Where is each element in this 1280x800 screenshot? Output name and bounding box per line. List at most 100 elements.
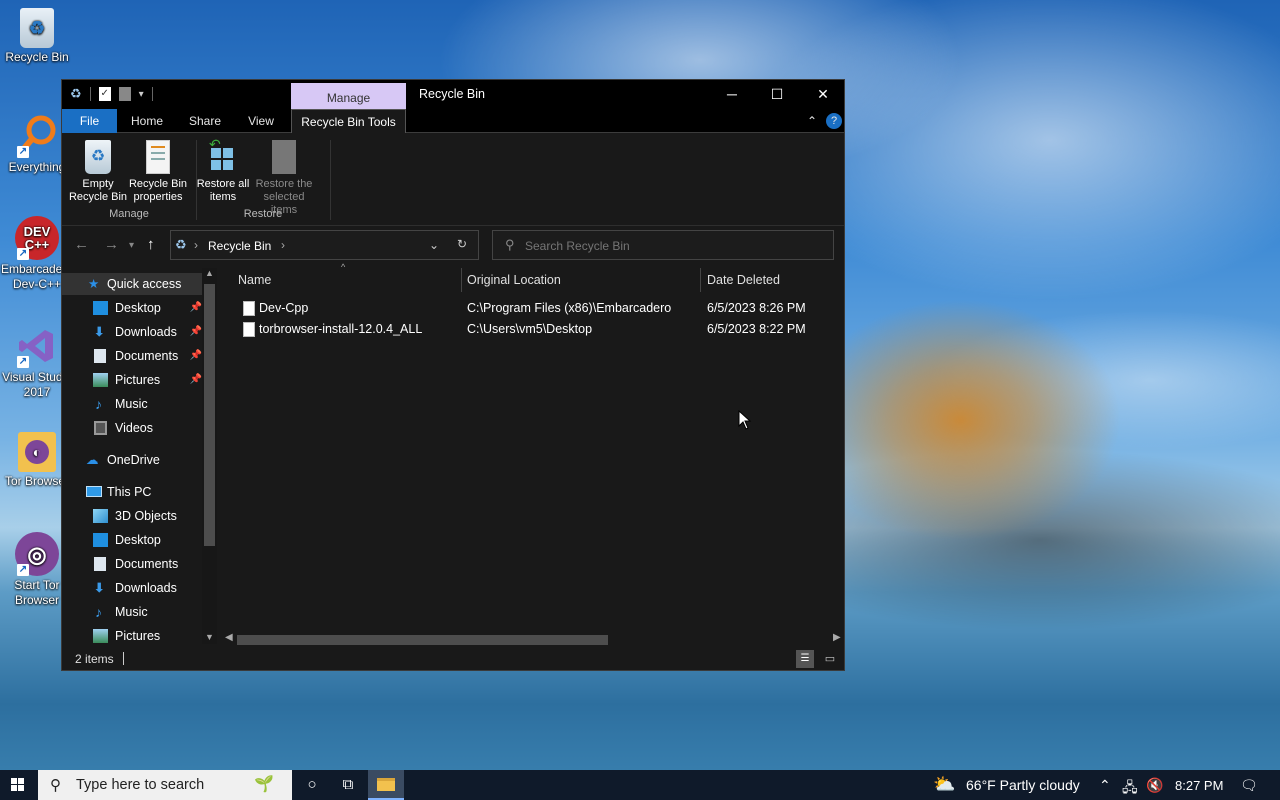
- weather-partly-cloudy-icon[interactable]: ⛅: [933, 774, 955, 795]
- pin-icon: 📌: [189, 350, 202, 361]
- horizontal-scrollbar[interactable]: ◀ ▶: [225, 632, 844, 647]
- nav-item-3d-objects[interactable]: 3D Objects: [62, 505, 202, 527]
- ribbon-tabs: File Home Share View Recycle Bin Tools ⌃…: [62, 109, 844, 133]
- nav-scrollbar[interactable]: ▲ ▼: [202, 268, 217, 644]
- address-dropdown-icon[interactable]: ⌄: [429, 238, 439, 252]
- shortcut-arrow-icon: ↗: [17, 146, 29, 158]
- nav-quick-access[interactable]: ★ Quick access: [62, 273, 202, 295]
- nav-item-pc-music[interactable]: ♪ Music: [62, 601, 202, 623]
- close-button[interactable]: ✕: [800, 80, 844, 109]
- nav-item-music[interactable]: ♪ Music: [62, 393, 202, 415]
- tab-file[interactable]: File: [62, 109, 117, 133]
- tab-home[interactable]: Home: [124, 109, 170, 133]
- recent-locations-chevron-icon[interactable]: ▾: [129, 240, 134, 251]
- desktop-icon-recycle-bin[interactable]: ♻ Recycle Bin: [0, 8, 74, 65]
- tab-share[interactable]: Share: [182, 109, 228, 133]
- shortcut-arrow-icon: ↗: [17, 356, 29, 368]
- column-header-name[interactable]: Name: [238, 268, 271, 292]
- file-name: Dev-Cpp: [259, 301, 309, 315]
- maximize-button[interactable]: ☐: [754, 80, 800, 109]
- desktop-folder-icon: [93, 301, 108, 315]
- weather-text[interactable]: 66°F Partly cloudy: [966, 777, 1080, 793]
- taskbar-search-box[interactable]: ⚲ Type here to search 🌱: [38, 770, 292, 800]
- star-icon: ★: [88, 277, 100, 291]
- desktop-folder-icon: [93, 533, 108, 547]
- details-view-button[interactable]: ☰: [796, 650, 814, 668]
- start-button[interactable]: [0, 770, 36, 800]
- cloud-icon: ☁: [86, 453, 99, 467]
- refresh-icon[interactable]: ↻: [457, 237, 467, 251]
- tab-recycle-bin-tools[interactable]: Recycle Bin Tools: [291, 109, 406, 133]
- recycle-bin-icon: ♻: [85, 140, 111, 174]
- breadcrumb-separator-icon: ›: [194, 238, 198, 252]
- column-divider[interactable]: [461, 268, 462, 292]
- restore-all-icon: ↶: [207, 137, 239, 174]
- column-header-original-location[interactable]: Original Location: [467, 268, 561, 292]
- search-input[interactable]: [525, 237, 825, 255]
- toolbar-divider: [151, 87, 153, 101]
- breadcrumb[interactable]: Recycle Bin: [208, 239, 271, 253]
- contextual-tab-manage: Manage: [291, 83, 406, 112]
- taskbar-search-placeholder: Type here to search: [76, 777, 205, 793]
- shortcut-arrow-icon: ↗: [17, 564, 29, 576]
- nav-item-pc-downloads[interactable]: ⬇ Downloads: [62, 577, 202, 599]
- music-note-icon: ♪: [95, 604, 102, 620]
- show-hidden-icons-chevron-icon[interactable]: ⌃: [1099, 777, 1111, 794]
- scrollbar-thumb[interactable]: [237, 635, 608, 645]
- restore-all-items-button[interactable]: ↶ Restore all items: [189, 137, 257, 204]
- nav-onedrive[interactable]: ☁ OneDrive: [62, 449, 202, 471]
- nav-item-downloads[interactable]: ⬇ Downloads 📌: [62, 321, 202, 343]
- nav-item-pc-documents[interactable]: Documents: [62, 553, 202, 575]
- file-original-location: C:\Users\vm5\Desktop: [467, 322, 593, 336]
- tab-view[interactable]: View: [240, 109, 282, 133]
- nav-this-pc[interactable]: This PC: [62, 481, 202, 503]
- ribbon-divider: [330, 140, 331, 220]
- clock[interactable]: 8:27 PM: [1175, 778, 1223, 793]
- nav-item-pc-desktop[interactable]: Desktop: [62, 529, 202, 551]
- scroll-right-icon[interactable]: ▶: [833, 632, 841, 643]
- title-bar: ♻ ✓ ▾ Manage Recycle Bin ─ ☐ ✕: [62, 80, 844, 112]
- documents-icon: [94, 349, 106, 363]
- nav-item-pc-pictures[interactable]: Pictures: [62, 625, 202, 644]
- recycle-bin-properties-button[interactable]: Recycle Bin properties: [124, 140, 192, 204]
- file-explorer-taskbar-icon[interactable]: [368, 770, 404, 800]
- network-icon[interactable]: 🖧: [1122, 777, 1138, 800]
- blank-page-icon[interactable]: [118, 87, 131, 101]
- collapse-ribbon-icon[interactable]: ⌃: [802, 109, 822, 133]
- customize-toolbar-icon[interactable]: ▾: [139, 89, 144, 100]
- notifications-icon[interactable]: 🗨: [1240, 777, 1258, 794]
- task-view-icon[interactable]: ⧉: [330, 770, 366, 800]
- search-box[interactable]: ⚲: [492, 230, 834, 260]
- properties-check-icon[interactable]: ✓: [98, 87, 111, 101]
- back-button[interactable]: ←: [74, 236, 89, 253]
- cortana-icon[interactable]: ○: [294, 770, 330, 800]
- scroll-up-icon[interactable]: ▲: [205, 268, 214, 278]
- column-header-date-deleted[interactable]: Date Deleted: [707, 268, 780, 292]
- nav-item-videos[interactable]: Videos: [62, 417, 202, 439]
- help-icon[interactable]: ?: [826, 113, 842, 129]
- empty-recycle-bin-button[interactable]: ♻ Empty Recycle Bin: [64, 140, 132, 204]
- nav-item-documents[interactable]: Documents 📌: [62, 345, 202, 367]
- restore-selected-items-button[interactable]: Restore the selected items: [250, 140, 318, 217]
- quick-access-toolbar: ♻ ✓ ▾: [70, 86, 153, 102]
- file-row[interactable]: torbrowser-install-12.0.4_ALL C:\Users\v…: [219, 319, 844, 340]
- nav-item-desktop[interactable]: Desktop 📌: [62, 297, 202, 319]
- scrollbar-thumb[interactable]: [204, 284, 215, 546]
- file-date-deleted: 6/5/2023 8:22 PM: [707, 322, 806, 336]
- forward-button[interactable]: →: [104, 236, 119, 253]
- ribbon-group-restore: Restore: [243, 208, 283, 220]
- item-count: 2 items: [75, 652, 114, 666]
- nav-item-pictures[interactable]: Pictures 📌: [62, 369, 202, 391]
- scroll-down-icon[interactable]: ▼: [205, 632, 214, 642]
- search-icon: ⚲: [505, 237, 515, 252]
- up-button[interactable]: ↑: [147, 236, 155, 253]
- address-bar[interactable]: ♻ › Recycle Bin › ⌄ ↻: [170, 230, 479, 260]
- scroll-left-icon[interactable]: ◀: [225, 632, 233, 643]
- minimize-button[interactable]: ─: [709, 80, 755, 109]
- recycle-bin-small-icon: ♻: [175, 237, 187, 252]
- file-row[interactable]: Dev-Cpp C:\Program Files (x86)\Embarcade…: [219, 298, 844, 319]
- column-divider[interactable]: [700, 268, 701, 292]
- volume-muted-icon[interactable]: 🔇: [1146, 777, 1163, 794]
- large-icons-view-button[interactable]: ▭: [821, 650, 839, 668]
- desktop-icon-label: Everything: [8, 160, 66, 174]
